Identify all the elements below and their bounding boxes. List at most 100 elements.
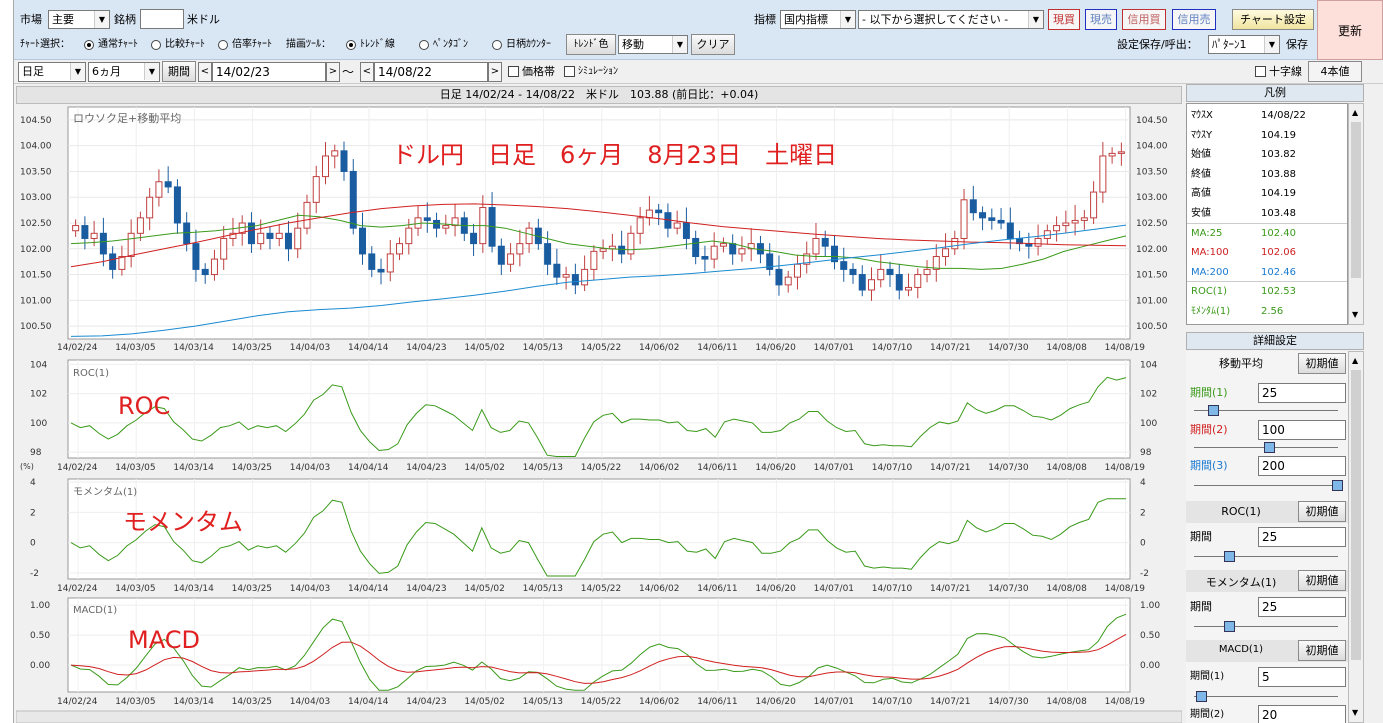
x-tick-label: 14/07/21 (930, 584, 970, 594)
roc-period-slider[interactable] (1194, 551, 1338, 563)
y-tick-label: 104.50 (1136, 116, 1168, 126)
period-range-select[interactable]: 6ヵ月 ▼ (88, 62, 160, 82)
roc-period-knob[interactable] (1224, 551, 1235, 562)
date-to-next-icon[interactable]: > (488, 62, 502, 82)
mom-period-knob[interactable] (1224, 621, 1235, 632)
detail-panel: 移動平均 初期値 期間(1) 25 期間(2) 100 期間(3) 200 RO… (1186, 351, 1348, 723)
chevron-up-icon[interactable]: ▲ (1352, 356, 1358, 365)
buy-margin-button[interactable]: 信用買 (1122, 9, 1166, 30)
date-from-prev-icon[interactable]: < (198, 62, 212, 82)
date-from-next-icon[interactable]: > (326, 62, 340, 82)
x-tick-label: 14/04/03 (290, 463, 330, 473)
symbol-input[interactable] (140, 9, 184, 29)
chevron-down-icon[interactable]: ▼ (1352, 310, 1358, 319)
ma-p3-knob[interactable] (1332, 480, 1343, 491)
y-tick-label: 102.00 (1136, 245, 1168, 255)
x-tick-label: 14/04/23 (406, 584, 446, 594)
roc-reset-button[interactable]: 初期値 (1298, 501, 1346, 522)
draw-counter-radio[interactable] (492, 40, 502, 50)
price-band-checkbox[interactable] (508, 66, 519, 77)
y-tick-label: 100 (1140, 419, 1157, 429)
legend-row: 始値 103.82 (1191, 145, 1296, 164)
chart-ratio-radio[interactable] (218, 40, 228, 50)
pattern-select[interactable]: ﾊﾟﾀｰﾝ1 ▼ (1208, 35, 1280, 54)
ma-p1-input[interactable]: 25 (1258, 383, 1346, 403)
market-label: 市場 (20, 13, 42, 26)
trend-color-button[interactable]: ﾄﾚﾝﾄﾞ色 (566, 34, 616, 55)
legend-scroll-thumb[interactable] (1351, 122, 1361, 278)
detail-scroll-thumb[interactable] (1351, 370, 1361, 660)
candle-body (1071, 219, 1079, 224)
x-tick-label: 14/06/02 (639, 584, 679, 594)
simulation-checkbox[interactable] (564, 66, 575, 77)
y-tick-label: 1.00 (1140, 601, 1160, 611)
date-to-prev-icon[interactable]: < (360, 62, 374, 82)
period-type-select[interactable]: 日足 ▼ (18, 62, 86, 82)
ma-reset-button[interactable]: 初期値 (1298, 353, 1346, 374)
chevron-down-icon[interactable]: ▼ (1352, 708, 1358, 717)
market-select[interactable]: 主要 ▼ (48, 10, 110, 29)
move-select[interactable]: 移動 ▼ (618, 35, 688, 54)
horizontal-scrollbar[interactable] (16, 710, 1182, 723)
tilde-separator: ～ (342, 65, 355, 79)
period-range-value: 6ヵ月 (92, 65, 121, 78)
chart-settings-button[interactable]: チャート設定 (1232, 9, 1314, 30)
macd-p2-input[interactable]: 20 (1258, 705, 1346, 723)
x-tick-label: 14/02/24 (57, 584, 98, 594)
period-bar: 日足 ▼ 6ヵ月 ▼ 期間 < 14/02/23 > ～ < 14/08/22 > … (14, 60, 1383, 84)
chart-compare-radio[interactable] (151, 40, 161, 50)
crosshair-checkbox[interactable] (1255, 66, 1266, 77)
detail-scrollbar[interactable]: ▲ ▼ (1348, 351, 1364, 723)
refresh-button[interactable]: 更新 (1317, 0, 1383, 60)
macd-plot-frame[interactable] (67, 597, 1131, 693)
y-tick-label: 1.00 (30, 601, 50, 611)
candle-body (1090, 191, 1098, 219)
y-tick-label: 104.00 (20, 142, 52, 152)
candle-body (1108, 152, 1116, 157)
sell-margin-button[interactable]: 信用売 (1172, 9, 1216, 30)
candle-body (349, 170, 357, 229)
draw-pentagon-radio[interactable] (419, 40, 429, 50)
indicator-select[interactable]: 国内指標 ▼ (780, 10, 856, 29)
legend-scrollbar[interactable]: ▲ ▼ (1348, 103, 1364, 325)
save-button[interactable]: 保存 (1286, 37, 1308, 53)
ma-p2-input[interactable]: 100 (1258, 420, 1346, 440)
buy-spot-button[interactable]: 現買 (1048, 9, 1080, 30)
x-tick-label: 14/07/30 (988, 343, 1029, 353)
draw-trend-radio[interactable] (346, 40, 356, 50)
macd-p1-input[interactable]: 5 (1258, 667, 1346, 687)
candle-body (257, 232, 265, 245)
x-tick-label: 14/06/20 (755, 697, 796, 707)
ma-p2-slider[interactable] (1194, 442, 1338, 454)
sell-spot-button[interactable]: 現売 (1085, 9, 1117, 30)
ma-p3-slider[interactable] (1194, 480, 1343, 492)
legend-key: ﾓﾒﾝﾀﾑ(1) (1191, 306, 1231, 317)
ma-p3-input[interactable]: 200 (1258, 456, 1346, 476)
macd-reset-button[interactable]: 初期値 (1298, 640, 1346, 661)
clear-button[interactable]: クリア (691, 34, 735, 55)
candle-body (979, 212, 987, 219)
chevron-up-icon[interactable]: ▲ (1352, 108, 1358, 117)
period-button[interactable]: 期間 (162, 61, 196, 82)
mom-reset-button[interactable]: 初期値 (1298, 570, 1346, 591)
chart-area[interactable]: 104.50 104.50 104.00 104.00 103.50 103.50 103.… (16, 104, 1182, 723)
mom-period-slider[interactable] (1194, 621, 1338, 633)
legend-title: 凡例 (1186, 84, 1364, 102)
macd-p1-knob[interactable] (1196, 691, 1207, 702)
mom-period-input[interactable]: 25 (1258, 597, 1346, 617)
x-tick-label: 14/04/23 (406, 343, 446, 353)
period-type-value: 日足 (22, 65, 44, 78)
legend-value: 102.06 (1261, 247, 1296, 259)
macd-p1-slider[interactable] (1194, 691, 1338, 703)
legend-key: MA:200 (1191, 266, 1229, 278)
chart-normal-radio[interactable] (84, 40, 94, 50)
ma-p2-knob[interactable] (1264, 442, 1275, 453)
indicator-sub-select[interactable]: - 以下から選択してください - ▼ (858, 10, 1044, 29)
date-from-input[interactable]: 14/02/23 (212, 62, 326, 82)
ma-p1-slider[interactable] (1194, 405, 1338, 417)
date-to-input[interactable]: 14/08/22 (374, 62, 488, 82)
roc-period-input[interactable]: 25 (1258, 527, 1346, 547)
four-values-button[interactable]: 4本値 (1308, 61, 1362, 82)
roc-plot-frame[interactable] (67, 359, 1131, 459)
ma-p1-knob[interactable] (1208, 405, 1219, 416)
